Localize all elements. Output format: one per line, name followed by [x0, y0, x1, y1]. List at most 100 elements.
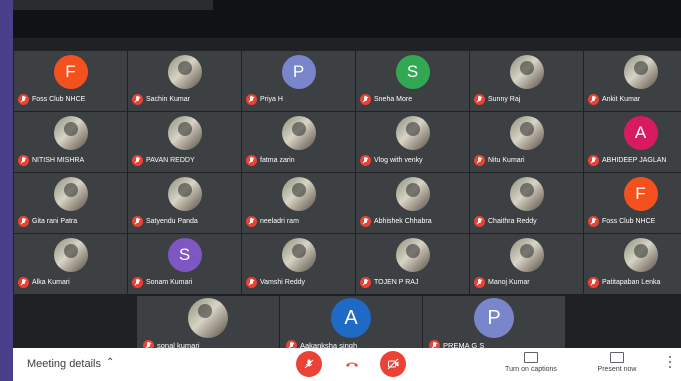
- phone-hangup-icon[interactable]: [344, 356, 360, 372]
- mic-off-icon: [474, 216, 485, 227]
- participant-tile[interactable]: Nitu Kumari: [470, 112, 583, 172]
- top-bar: [13, 0, 681, 38]
- participant-tile[interactable]: PAVAN REDDY: [128, 112, 241, 172]
- avatar: A: [623, 116, 658, 150]
- mic-off-icon: [18, 216, 29, 227]
- mic-off-icon: [246, 216, 257, 227]
- participant-tile[interactable]: fatma zarin: [242, 112, 355, 172]
- participant-tile[interactable]: Manoj Kumar: [470, 234, 583, 294]
- participant-name: Foss Club NHCE: [602, 218, 656, 225]
- avatar: [167, 177, 202, 211]
- mic-toggle-button[interactable]: [296, 351, 322, 377]
- participant-name: Nitu Kumari: [488, 157, 525, 164]
- avatar: S: [167, 238, 202, 272]
- participant-tile[interactable]: Ankit Kumar: [584, 51, 681, 111]
- camera-toggle-button[interactable]: [380, 351, 406, 377]
- mic-off-icon: [246, 94, 257, 105]
- present-label: Present now: [597, 366, 637, 373]
- avatar: [188, 298, 228, 338]
- captions-label: Turn on captions: [505, 366, 557, 373]
- avatar: S: [395, 55, 430, 89]
- present-icon: [610, 352, 624, 363]
- participant-name: neeladri ram: [260, 218, 299, 225]
- avatar: A: [331, 298, 371, 338]
- participant-name: PAVAN REDDY: [146, 157, 195, 164]
- avatar: [509, 238, 544, 272]
- participant-tile[interactable]: sonal kumari: [137, 296, 279, 356]
- participant-name: Ankit Kumar: [602, 96, 641, 103]
- participant-tile[interactable]: A ABHIDEEP JAGLAN: [584, 112, 681, 172]
- participant-name: Alka Kumari: [32, 279, 70, 286]
- participant-name: Sachin Kumar: [146, 96, 190, 103]
- avatar: [395, 238, 430, 272]
- participant-tile[interactable]: Satyendu Panda: [128, 173, 241, 233]
- mic-off-icon: [474, 94, 485, 105]
- mic-off-icon: [246, 155, 257, 166]
- mic-off-icon: [132, 94, 143, 105]
- avatar: [623, 55, 658, 89]
- avatar: P: [281, 55, 316, 89]
- avatar: F: [623, 177, 658, 211]
- participant-tile[interactable]: Vamshi Reddy: [242, 234, 355, 294]
- present-now-button[interactable]: Present now: [587, 352, 647, 373]
- bottom-controls-bar: Meeting details ⌃ Turn on captions Prese…: [13, 348, 681, 381]
- participant-name: Abhishek Chhabra: [374, 218, 432, 225]
- chevron-up-icon[interactable]: ⌃: [106, 357, 114, 368]
- avatar: [395, 177, 430, 211]
- participant-name: ABHIDEEP JAGLAN: [602, 157, 667, 164]
- mic-off-icon: [588, 155, 599, 166]
- participant-tile[interactable]: F Foss Club NHCE: [584, 173, 681, 233]
- participant-tile[interactable]: neeladri ram: [242, 173, 355, 233]
- participant-tile[interactable]: P PREMA G S: [423, 296, 565, 356]
- participant-tile[interactable]: Vlog with venky: [356, 112, 469, 172]
- participant-name: TOJEN P RAJ: [374, 279, 419, 286]
- participant-tile[interactable]: Chaithra Reddy: [470, 173, 583, 233]
- participant-tile[interactable]: F Foss Club NHCE: [14, 51, 127, 111]
- camera-off-icon: [387, 358, 398, 370]
- participant-name: Chaithra Reddy: [488, 218, 537, 225]
- participant-tile[interactable]: Sunny Raj: [470, 51, 583, 111]
- avatar: [509, 55, 544, 89]
- mic-off-icon: [360, 94, 371, 105]
- participant-name: Sneha More: [374, 96, 413, 103]
- participant-name: Sunny Raj: [488, 96, 521, 103]
- participant-name: Vlog with venky: [374, 157, 423, 164]
- mic-off-icon: [18, 277, 29, 288]
- meeting-details-button[interactable]: Meeting details: [27, 358, 101, 370]
- mic-off-icon: [304, 359, 314, 369]
- participant-tile[interactable]: A Aakanksha singh: [280, 296, 422, 356]
- participant-name: Manoj Kumar: [488, 279, 530, 286]
- participant-tile[interactable]: Gita rani Patra: [14, 173, 127, 233]
- meet-window: F Foss Club NHCE Sachin Kumar P Priya H S Sneh…: [13, 0, 681, 381]
- participant-tile[interactable]: S Sneha More: [356, 51, 469, 111]
- avatar: [509, 116, 544, 150]
- participant-tile[interactable]: S Sonam Kumari: [128, 234, 241, 294]
- participant-tile[interactable]: NITISH MISHRA: [14, 112, 127, 172]
- avatar: [53, 116, 88, 150]
- participant-tile[interactable]: Patitapaban Lenka: [584, 234, 681, 294]
- mic-off-icon: [246, 277, 257, 288]
- participant-tile[interactable]: P Priya H: [242, 51, 355, 111]
- avatar: F: [53, 55, 88, 89]
- mic-off-icon: [588, 216, 599, 227]
- avatar: [509, 177, 544, 211]
- participant-name: Gita rani Patra: [32, 218, 78, 225]
- mic-off-icon: [360, 277, 371, 288]
- avatar: [623, 238, 658, 272]
- mic-off-icon: [474, 277, 485, 288]
- more-vertical-icon[interactable]: [669, 356, 673, 371]
- mic-off-icon: [588, 277, 599, 288]
- participant-name: Priya H: [260, 96, 283, 103]
- captions-button[interactable]: Turn on captions: [493, 352, 569, 373]
- captions-icon: [524, 352, 538, 363]
- avatar: [281, 177, 316, 211]
- participant-tile[interactable]: Alka Kumari: [14, 234, 127, 294]
- mic-off-icon: [18, 155, 29, 166]
- participant-tile[interactable]: Abhishek Chhabra: [356, 173, 469, 233]
- participant-name: Vamshi Reddy: [260, 279, 306, 286]
- participant-tile[interactable]: TOJEN P RAJ: [356, 234, 469, 294]
- participant-name: Foss Club NHCE: [32, 96, 86, 103]
- participant-name: Sonam Kumari: [146, 279, 193, 286]
- mic-off-icon: [588, 94, 599, 105]
- participant-tile[interactable]: Sachin Kumar: [128, 51, 241, 111]
